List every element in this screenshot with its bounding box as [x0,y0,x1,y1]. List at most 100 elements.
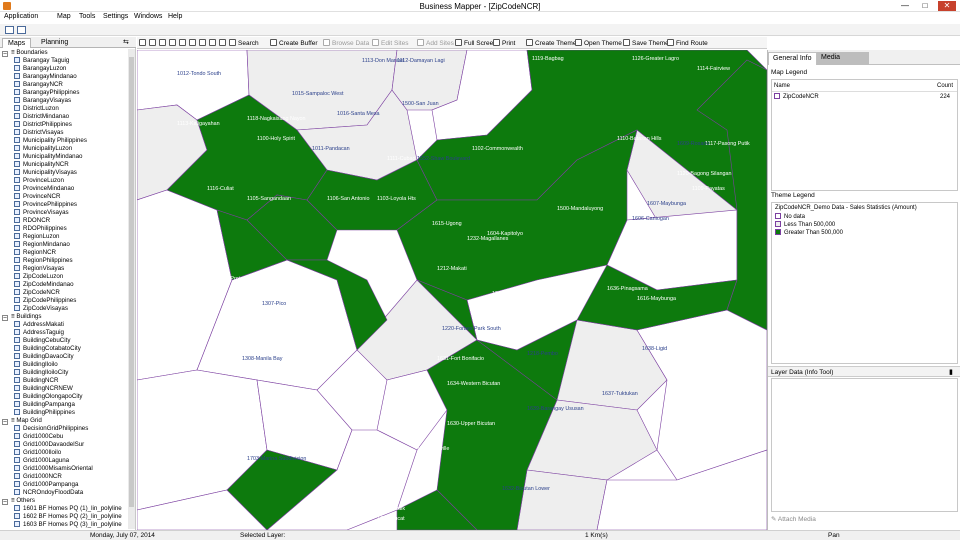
close-button[interactable]: ✕ [938,1,956,11]
tree-layer-item[interactable]: 1603 BF Homes PQ (3)_lin_polyline [14,521,122,529]
zoom-in-button[interactable] [139,39,148,47]
layer-checkbox[interactable] [14,361,20,367]
layer-checkbox[interactable] [14,393,20,399]
layer-checkbox[interactable] [14,321,20,327]
tree-layer-item[interactable]: DistrictPhilippines [14,121,72,129]
tree-layer-item[interactable]: RegionPhilippines [14,257,73,265]
layer-checkbox[interactable] [14,265,20,271]
tree-layer-item[interactable]: ZipCodeNCR [14,289,60,297]
tree-group[interactable]: – ≡ Map Grid [2,417,42,425]
tree-layer-item[interactable]: BarangayVisayas [14,97,71,105]
tree-layer-item[interactable]: ZipCodeVisayas [14,305,68,313]
tree-layer-item[interactable]: MunicipalityNCR [14,161,69,169]
edit-sites-button[interactable]: Edit Sites [372,39,408,47]
menu-tools[interactable]: Tools [79,13,95,20]
layer-checkbox[interactable] [14,241,20,247]
layer-checkbox[interactable] [14,225,20,231]
layer-checkbox[interactable] [14,145,20,151]
layer-checkbox[interactable] [14,201,20,207]
tree-layer-item[interactable]: BuildingCotabatoCity [14,345,81,353]
layer-checkbox[interactable] [14,273,20,279]
tree-layer-item[interactable]: ProvinceLuzon [14,177,64,185]
layer-checkbox[interactable] [14,161,20,167]
layer-checkbox[interactable] [14,505,20,511]
layer-checkbox[interactable] [14,297,20,303]
print-button[interactable]: Print [493,39,515,47]
scroll-thumb[interactable] [129,57,134,507]
pin-icon[interactable]: ⇆ [123,38,129,46]
tree-layer-item[interactable]: AddressTaguig [14,329,64,337]
collapse-icon[interactable]: – [2,51,8,57]
layer-checkbox[interactable] [14,65,20,71]
tree-layer-item[interactable]: Grid1000MisamisOriental [14,465,93,473]
layer-checkbox[interactable] [14,257,20,263]
tab-planning[interactable]: Planning [36,38,73,48]
layer-checkbox[interactable] [14,473,20,479]
layer-checkbox[interactable] [14,169,20,175]
tree-layer-item[interactable]: RegionNCR [14,249,56,257]
tree-layer-item[interactable]: BuildingPampanga [14,401,75,409]
window-icon[interactable] [17,26,26,34]
tree-layer-item[interactable]: MunicipalityLuzon [14,145,72,153]
layer-checkbox[interactable] [14,97,20,103]
layer-checkbox[interactable] [14,113,20,119]
tree-layer-item[interactable]: 1602 BF Homes PQ (2)_lin_polyline [14,513,122,521]
tree-group[interactable]: – ≡ Others [2,497,35,505]
tree-layer-item[interactable]: ProvinceNCR [14,193,60,201]
tree-layer-item[interactable]: DecisionGridPhilippines [14,425,88,433]
tree-layer-item[interactable]: BuildingIloiloCity [14,369,68,377]
find-route-button[interactable]: Find Route [667,39,708,47]
clear-selection-button[interactable] [219,39,228,47]
layer-checkbox[interactable] [14,233,20,239]
identify-button[interactable] [179,39,188,47]
tree-layer-item[interactable]: Grid1000NCR [14,473,62,481]
create-buffer-button[interactable]: Create Buffer [270,39,318,47]
layer-checkbox[interactable] [14,81,20,87]
tree-layer-item[interactable]: Grid1000Laguna [14,457,69,465]
tab-media[interactable]: Media [817,52,869,65]
layer-checkbox[interactable] [14,305,20,311]
zoom-out-button[interactable] [149,39,158,47]
layer-checkbox[interactable] [14,129,20,135]
layer-checkbox[interactable] [14,345,20,351]
save-theme-button[interactable]: Save Theme [623,39,669,47]
zip-region-white[interactable] [636,309,767,481]
browse-data-button[interactable]: Browse Data [323,39,369,47]
tree-layer-item[interactable]: RegionLuzon [14,233,59,241]
layer-checkbox[interactable] [14,137,20,143]
open-theme-button[interactable]: Open Theme [575,39,622,47]
tree-layer-item[interactable]: BuildingDavaoCity [14,353,74,361]
menu-windows[interactable]: Windows [134,13,162,20]
tree-layer-item[interactable]: ZipCodeMindanao [14,281,74,289]
collapse-icon[interactable]: – [2,419,8,425]
layer-checkbox[interactable] [14,409,20,415]
layer-checkbox[interactable] [14,385,20,391]
tree-layer-item[interactable]: RDONCR [14,217,50,225]
tree-layer-item[interactable]: RegionVisayas [14,265,64,273]
full-extent-button[interactable] [169,39,178,47]
layer-checkbox[interactable] [14,481,20,487]
tree-scrollbar[interactable] [128,49,135,529]
tree-layer-item[interactable]: BuildingCebuCity [14,337,70,345]
layer-checkbox[interactable] [14,465,20,471]
layout-icon[interactable] [5,26,14,34]
layer-checkbox[interactable] [14,513,20,519]
create-theme-button[interactable]: Create Theme [526,39,576,47]
tree-layer-item[interactable]: BarangayNCR [14,81,63,89]
tree-layer-item[interactable]: BarangayLuzon [14,65,66,73]
layer-checkbox[interactable] [14,489,20,495]
tree-layer-item[interactable]: Grid1000DavaodelSur [14,441,84,449]
layer-checkbox[interactable] [14,217,20,223]
layer-checkbox[interactable] [14,449,20,455]
layer-checkbox[interactable] [14,425,20,431]
layer-checkbox[interactable] [14,249,20,255]
layer-checkbox[interactable] [14,329,20,335]
tree-layer-item[interactable]: ProvinceVisayas [14,209,69,217]
map-canvas[interactable]: 1113-Kaligayahan 1118-Nagkaisang Nayon 111… [137,50,767,530]
tree-layer-item[interactable]: BuildingOlongapoCity [14,393,83,401]
select-button[interactable] [199,39,208,47]
tree-layer-item[interactable]: Barangay Taguig [14,57,69,65]
tab-general-info[interactable]: General Info [768,52,817,65]
collapse-icon[interactable]: – [2,499,8,505]
menu-application[interactable]: Application [4,13,38,20]
